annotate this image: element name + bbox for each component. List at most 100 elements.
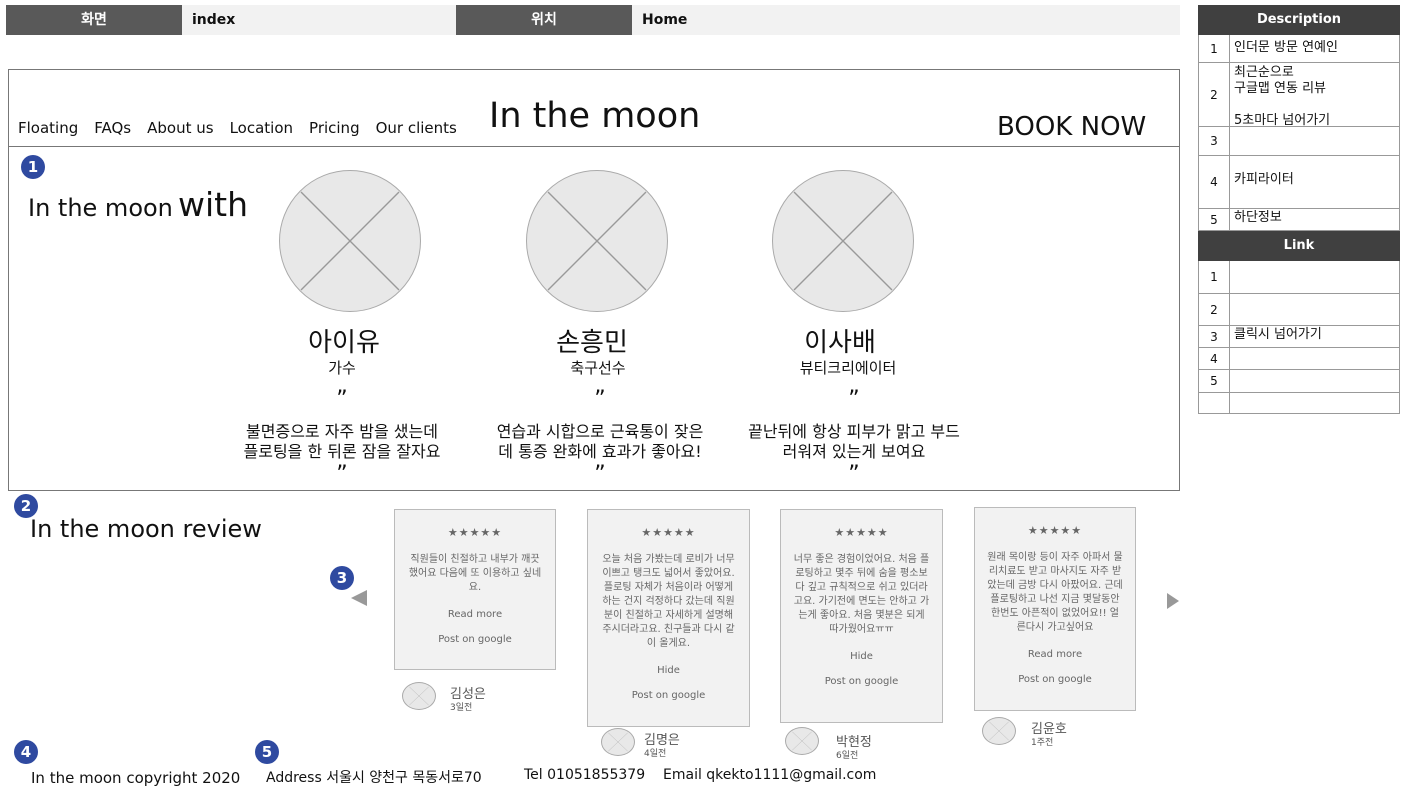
carousel-next-icon[interactable] [1167,593,1179,609]
avatar [785,727,819,755]
nav-pricing[interactable]: Pricing [309,119,360,137]
quote-line: 불면증으로 자주 밤을 샜는데 [246,422,438,441]
description-row: 3 [1198,127,1400,156]
hide-link[interactable]: Hide [588,665,749,676]
section1-heading-main: In the moon [28,194,173,222]
nav-our-clients[interactable]: Our clients [376,119,457,137]
post-on-google-link[interactable]: Post on google [395,634,555,645]
row-number: 2 [1199,294,1230,325]
quote-open: ” [848,387,860,412]
review-text: 직원들이 친절하고 내부가 깨끗했어요 다음에 또 이용하고 싶네요. [408,554,542,593]
review-time: 3일전 [450,703,473,713]
quote-open: ” [336,387,348,412]
review-time: 6일전 [836,751,859,761]
person-role: 가수 [328,359,356,377]
carousel-prev-icon[interactable] [351,590,367,606]
description-header: Description [1198,5,1400,35]
review-card: ★★★★★ 원래 목이랑 등이 자주 아파서 물리치료도 받고 마사지도 자주 … [974,507,1136,711]
marker-1: 1 [21,155,45,179]
read-more-link[interactable]: Read more [395,609,555,620]
row-text [1230,348,1399,369]
row-text: 최근순으로 구글맵 연동 리뷰 5초마다 넘어가기 [1234,65,1331,128]
person-name: 이사배 [804,328,876,358]
person-quote: 불면증으로 자주 밤을 샜는데 플로팅을 한 뒤론 잠을 잘자요 [212,422,472,462]
person-name: 아이유 [308,328,380,358]
quote-open: ” [594,387,606,412]
quote-line: 러워져 있는게 보여요 [782,442,926,461]
person-photo-placeholder [279,170,421,312]
row-text: 인더문 방문 연예인 [1234,40,1338,55]
nav-faqs[interactable]: FAQs [94,119,131,137]
post-on-google-link[interactable]: Post on google [588,690,749,701]
footer-copyright: In the moon copyright 2020 [31,769,241,787]
row-text [1230,261,1399,293]
hide-link[interactable]: Hide [781,651,942,662]
read-more-link[interactable]: Read more [975,649,1135,660]
footer-email[interactable]: Email qkekto1111@gmail.com [663,767,876,783]
row-number: 1 [1199,35,1230,62]
person-quote: 연습과 시합으로 근육통이 잦은 데 통증 완화에 효과가 좋아요! [470,422,730,462]
review-card: ★★★★★ 오늘 처음 가봤는데 로비가 너무 이쁘고 탱크도 넓어서 좋았어요… [587,509,750,727]
review-card: ★★★★★ 너무 좋은 경험이었어요. 처음 플로팅하고 몇주 뒤에 숨을 평소… [780,509,943,723]
link-header: Link [1198,231,1400,261]
book-now-button[interactable]: BOOK NOW [997,112,1146,142]
rating-stars: ★★★★★ [641,526,696,539]
row-number: 4 [1199,156,1230,208]
person-quote: 끝난뒤에 항상 피부가 맑고 부드 러워져 있는게 보여요 [724,422,984,462]
section1-heading: In the moon with [28,185,248,224]
site-logo-title[interactable]: In the moon [489,96,700,136]
row-text: 클릭시 넘어가기 [1234,327,1322,342]
nav-floating[interactable]: Floating [18,119,78,137]
row-number: 5 [1199,370,1230,392]
nav-location[interactable]: Location [230,119,293,137]
row-text [1230,370,1399,392]
row-number: 2 [1199,63,1230,126]
rating-stars: ★★★★★ [447,526,503,539]
review-text: 너무 좋은 경험이었어요. 처음 플로팅하고 몇주 뒤에 숨을 평소보다 깊고 … [793,554,930,635]
person-photo-placeholder [526,170,668,312]
screen-value: index [182,5,456,35]
row-text [1230,127,1399,155]
quote-close: ” [336,462,348,487]
footer-address: Address 서울시 양천구 목동서로70 [266,770,482,786]
marker-5: 5 [255,740,279,764]
row-number: 5 [1199,209,1230,230]
row-number: 1 [1199,261,1230,293]
link-row: 3 클릭시 넘어가기 [1198,326,1400,348]
link-row [1198,393,1400,414]
review-heading: In the moon review [30,515,262,543]
person-role: 축구선수 [570,359,626,377]
link-row: 1 [1198,261,1400,294]
main-nav: Floating FAQs About us Location Pricing … [18,119,457,137]
description-row: 5 하단정보 [1198,209,1400,231]
quote-line: 플로팅을 한 뒤론 잠을 잘자요 [243,442,441,461]
quote-line: 연습과 시합으로 근육통이 잦은 [496,422,704,441]
quote-line: 데 통증 완화에 효과가 좋아요! [498,442,702,461]
nav-about-us[interactable]: About us [147,119,213,137]
rating-stars: ★★★★★ [834,526,889,539]
description-row: 4 카피라이터 [1198,156,1400,209]
avatar [982,717,1016,745]
section1-heading-accent: with [177,185,248,224]
row-number: 4 [1199,348,1230,369]
footer-tel[interactable]: Tel 01051855379 [524,767,645,783]
review-text: 원래 목이랑 등이 자주 아파서 물리치료도 받고 마사지도 자주 받았는데 금… [987,552,1123,633]
avatar [601,728,635,756]
post-on-google-link[interactable]: Post on google [975,674,1135,685]
screen-label: 화면 [6,5,182,35]
quote-close: ” [594,462,606,487]
row-text [1230,294,1399,325]
person-name: 손흥민 [556,328,628,358]
row-text [1230,393,1399,413]
post-on-google-link[interactable]: Post on google [781,676,942,687]
description-row: 1 인더문 방문 연예인 [1198,35,1400,63]
quote-line: 끝난뒤에 항상 피부가 맑고 부드 [748,422,960,441]
review-time: 1주전 [1031,738,1054,748]
review-time: 4일전 [644,749,667,759]
person-role: 뷰티크리에이터 [799,359,897,377]
quote-close: ” [848,462,860,487]
review-text: 오늘 처음 가봤는데 로비가 너무 이쁘고 탱크도 넓어서 좋았어요. 플로팅 … [602,554,735,649]
review-card: ★★★★★ 직원들이 친절하고 내부가 깨끗했어요 다음에 또 이용하고 싶네요… [394,509,556,670]
marker-3: 3 [330,566,354,590]
link-row: 5 [1198,370,1400,393]
